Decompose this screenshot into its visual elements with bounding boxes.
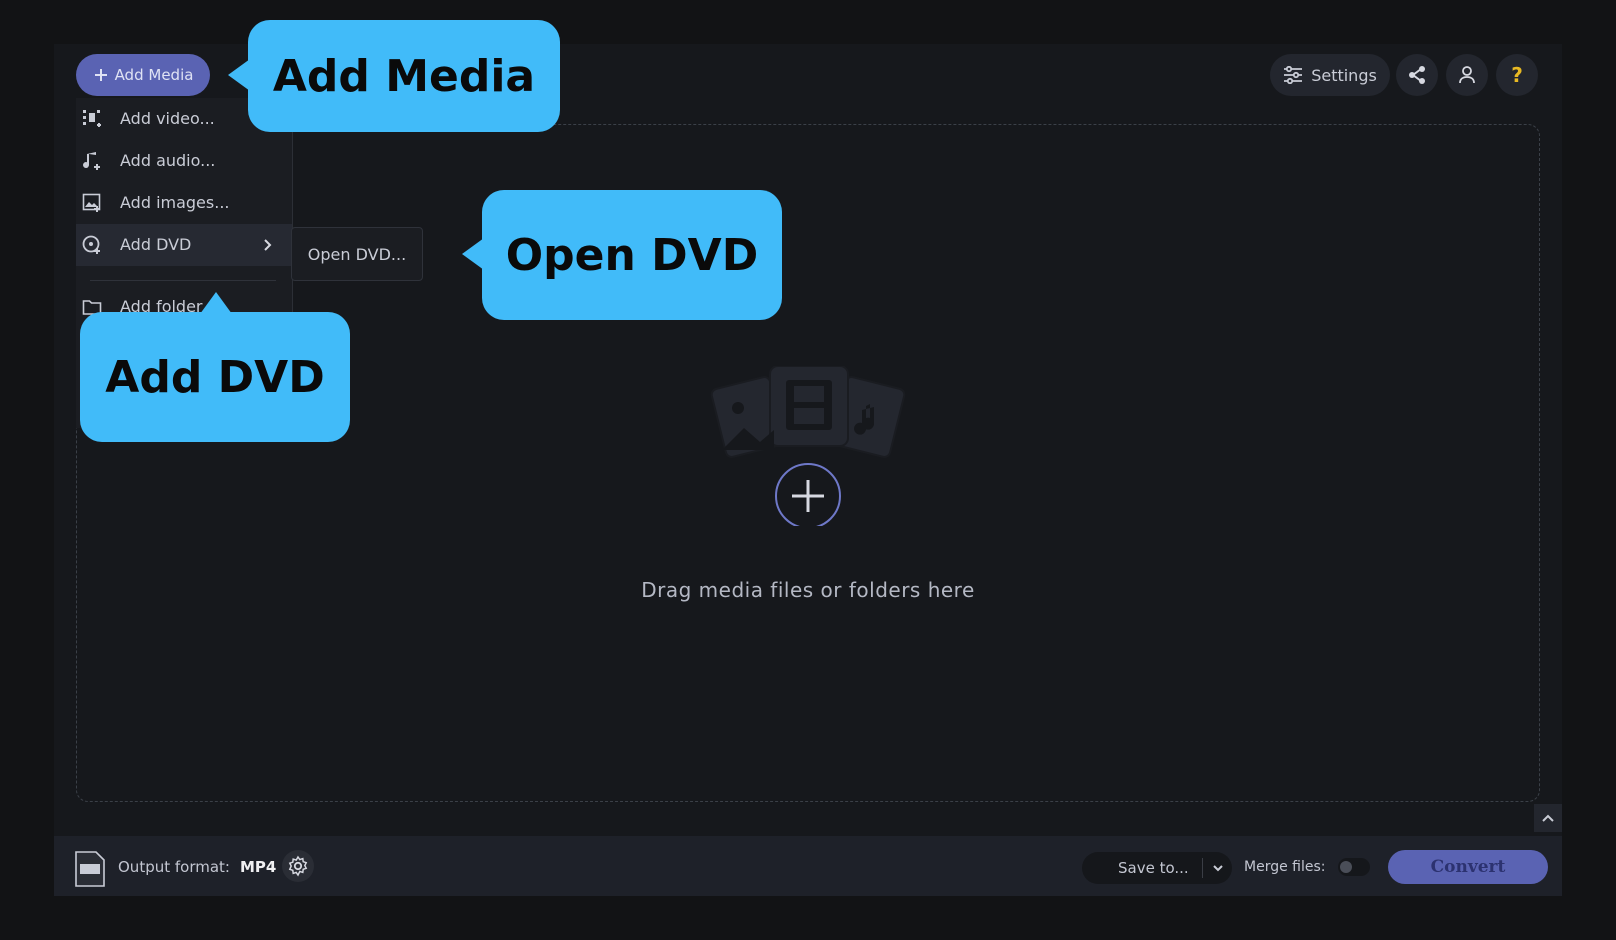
save-to-label: Save to... bbox=[1118, 859, 1189, 877]
mp4-file-icon[interactable] bbox=[74, 850, 106, 888]
menu-item-label: Add audio... bbox=[120, 151, 216, 170]
add-dvd-icon bbox=[82, 235, 100, 254]
collapse-button[interactable] bbox=[1534, 804, 1562, 832]
menu-item-label: Add video... bbox=[120, 109, 215, 128]
toggle-knob bbox=[1340, 861, 1352, 873]
callout-add-media: Add Media bbox=[248, 20, 560, 132]
share-button[interactable] bbox=[1396, 54, 1438, 96]
save-to-dropdown[interactable]: Save to... bbox=[1082, 852, 1232, 884]
chevron-right-icon bbox=[264, 239, 272, 251]
callout-add-dvd: Add DVD bbox=[80, 312, 350, 442]
open-dvd-menu-item[interactable]: Open DVD... bbox=[291, 227, 423, 281]
help-button[interactable]: ? bbox=[1496, 54, 1538, 96]
media-placeholder-icon bbox=[710, 366, 906, 526]
gear-icon bbox=[288, 855, 308, 877]
settings-label: Settings bbox=[1311, 65, 1377, 85]
merge-files-label: Merge files: bbox=[1244, 859, 1326, 875]
help-icon: ? bbox=[1511, 63, 1523, 87]
callout-open-dvd-text: Open DVD bbox=[505, 229, 759, 281]
add-media-label: Add Media bbox=[114, 66, 194, 84]
chevron-up-icon bbox=[1542, 814, 1554, 822]
bottom-bar: Output format: MP4 Save to... Merge file… bbox=[54, 836, 1562, 896]
menu-item-label: Add DVD bbox=[120, 235, 192, 254]
share-icon bbox=[1409, 66, 1425, 84]
convert-label: Convert bbox=[1430, 857, 1506, 877]
merge-files-toggle[interactable] bbox=[1338, 858, 1370, 876]
callout-add-dvd-text: Add DVD bbox=[105, 351, 325, 403]
add-video-icon bbox=[83, 110, 101, 127]
settings-button[interactable]: Settings bbox=[1270, 54, 1390, 96]
menu-item-label: Add images... bbox=[120, 193, 230, 212]
account-button[interactable] bbox=[1446, 54, 1488, 96]
user-icon bbox=[1459, 66, 1475, 84]
divider bbox=[1202, 858, 1203, 878]
callout-tail bbox=[200, 292, 232, 314]
add-images-icon bbox=[82, 193, 101, 212]
sliders-icon bbox=[1284, 66, 1303, 84]
callout-tail bbox=[462, 238, 484, 270]
format-settings-button[interactable] bbox=[282, 850, 314, 882]
callout-add-media-text: Add Media bbox=[272, 50, 536, 102]
output-format-value[interactable]: MP4 bbox=[240, 858, 276, 876]
add-media-button[interactable]: Add Media bbox=[76, 54, 210, 96]
add-audio-icon bbox=[83, 152, 100, 170]
convert-button[interactable]: Convert bbox=[1388, 850, 1548, 884]
open-dvd-label: Open DVD... bbox=[307, 244, 407, 264]
chevron-down-icon[interactable] bbox=[1208, 858, 1228, 878]
output-format-label: Output format: bbox=[118, 858, 230, 876]
menu-item-add-dvd[interactable]: Add DVD bbox=[76, 224, 292, 266]
callout-tail bbox=[228, 59, 250, 91]
menu-item-add-audio[interactable]: Add audio... bbox=[76, 140, 292, 182]
plus-icon bbox=[94, 69, 107, 81]
callout-open-dvd: Open DVD bbox=[482, 190, 782, 320]
drop-hint: Drag media files or folders here bbox=[641, 578, 975, 602]
menu-divider bbox=[90, 280, 276, 281]
menu-item-add-images[interactable]: Add images... bbox=[76, 182, 292, 224]
